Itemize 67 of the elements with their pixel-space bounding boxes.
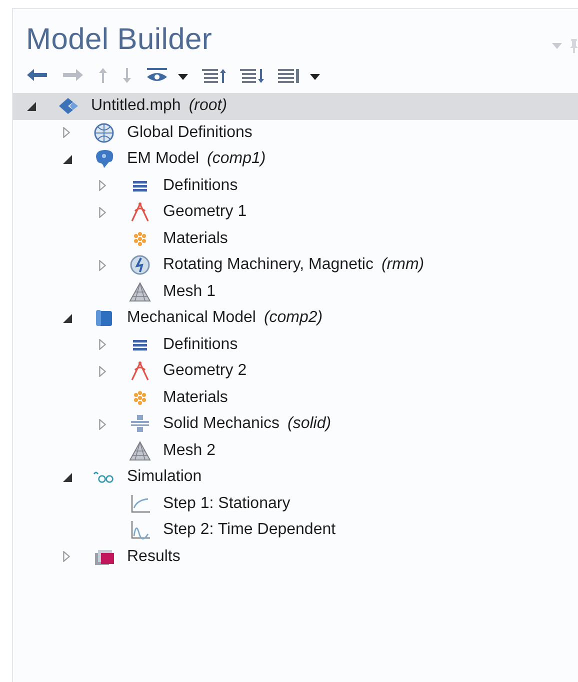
tree-item[interactable]: Geometry 2 [13, 358, 578, 384]
collapsed-arrow-icon[interactable] [99, 366, 106, 377]
item-tag: (root) [188, 97, 228, 116]
item-label: EM Model [127, 150, 200, 168]
item-label: Rotating Machinery, Magnetic [163, 256, 374, 274]
tree-item[interactable]: Definitions [13, 172, 578, 199]
collapsed-arrow-icon[interactable] [99, 260, 106, 271]
collapsed-arrow-icon[interactable] [99, 180, 106, 192]
item-label: Geometry 2 [163, 362, 247, 380]
tree-item[interactable]: Simulation [13, 464, 578, 490]
compass-icon [129, 201, 151, 224]
expanded-arrow-icon[interactable] [27, 102, 36, 111]
item-label: Materials [163, 230, 228, 248]
globe-icon [93, 122, 115, 144]
item-tag: (comp1) [207, 150, 266, 168]
tree-item[interactable]: Results [13, 544, 578, 570]
item-label: Materials [163, 388, 228, 407]
item-tag: (rmm) [381, 256, 424, 274]
collapsed-arrow-icon[interactable] [99, 206, 106, 218]
item-label: Results [127, 548, 180, 566]
expanded-arrow-icon[interactable] [63, 472, 72, 482]
item-label: Mesh 2 [163, 442, 216, 460]
blob-icon [93, 148, 115, 170]
item-label: Global Definitions [127, 124, 252, 142]
peak-chart-icon [129, 519, 151, 542]
tree-item[interactable]: Materials [13, 384, 578, 411]
tree-item[interactable]: Untitled.mph (root) [13, 93, 578, 120]
pin-icon[interactable] [570, 39, 578, 53]
item-label: Step 1: Stationary [163, 494, 290, 513]
rotor-icon [129, 254, 151, 276]
collapsed-arrow-icon[interactable] [63, 551, 70, 562]
item-label: Untitled.mph [91, 97, 181, 116]
tree-item[interactable]: Solid Mechanics (solid) [13, 411, 578, 438]
tree-item[interactable]: Mesh 2 [13, 438, 578, 464]
collapsed-arrow-icon[interactable] [99, 418, 106, 430]
tree-item[interactable]: Definitions [13, 332, 578, 358]
tree-item[interactable]: Step 1: Stationary [13, 490, 578, 517]
item-tag: (solid) [288, 415, 332, 434]
item-label: Definitions [163, 176, 238, 195]
expanded-arrow-icon[interactable] [63, 314, 72, 323]
tree-item[interactable]: Mesh 1 [13, 278, 578, 305]
expand-all-icon[interactable] [239, 67, 265, 85]
item-label: Mesh 1 [163, 282, 216, 301]
tree-item[interactable]: EM Model (comp1) [13, 146, 578, 172]
tree-item[interactable]: Global Definitions [13, 120, 578, 146]
tree-item[interactable]: Materials [13, 226, 578, 252]
tree-item[interactable]: Geometry 1 [13, 199, 578, 226]
expanded-arrow-icon[interactable] [63, 154, 72, 164]
item-label: Simulation [127, 468, 202, 486]
collapsed-arrow-icon[interactable] [99, 339, 106, 350]
collapse-all-icon[interactable] [201, 67, 227, 85]
curve-chart-icon [129, 492, 151, 515]
compass-icon [129, 360, 151, 382]
list-icon[interactable] [277, 67, 301, 85]
collapsed-arrow-icon[interactable] [63, 127, 70, 138]
triangle-mesh-icon [129, 280, 151, 303]
tree-item[interactable]: Step 2: Time Dependent [13, 517, 578, 544]
panel-title: Model Builder [26, 23, 212, 57]
tree-item[interactable]: Mechanical Model (comp2) [13, 305, 578, 332]
item-tag: (comp2) [264, 309, 323, 328]
item-label: Solid Mechanics [163, 415, 280, 434]
triangle-mesh-icon [129, 440, 151, 462]
item-label: Mechanical Model [127, 309, 256, 328]
item-label: Geometry 1 [163, 203, 247, 222]
tree-item[interactable]: Rotating Machinery, Magnetic (rmm) [13, 252, 578, 278]
item-label: Step 2: Time Dependent [163, 521, 336, 540]
item-label: Definitions [163, 336, 238, 354]
